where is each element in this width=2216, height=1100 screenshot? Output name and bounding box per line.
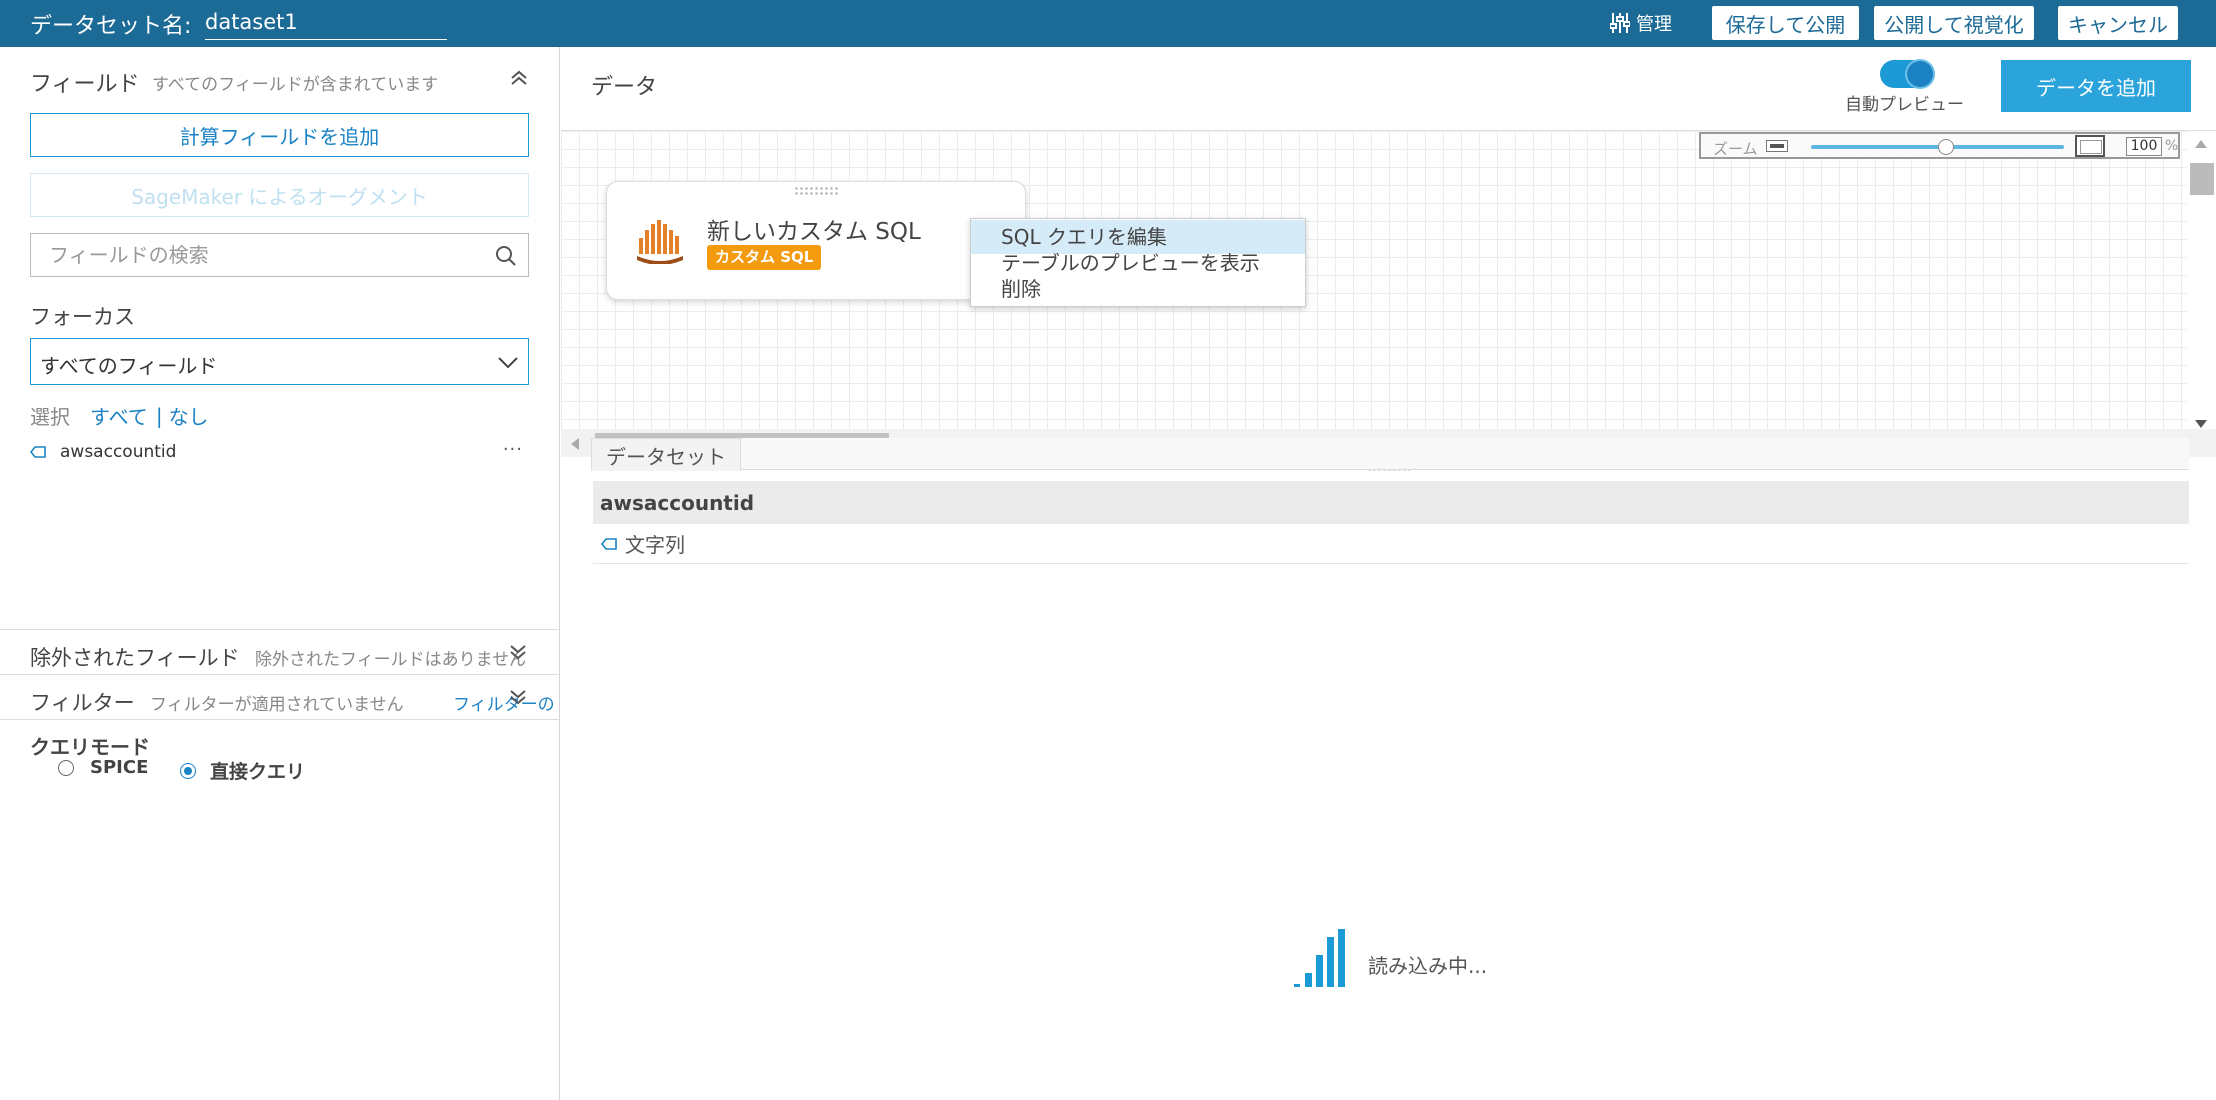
top-bar: データセット名: dataset1 管理 保存して公開 公開して視覚化 キャンセ… (0, 0, 2216, 47)
preview-tab-strip: データセット (591, 438, 2189, 471)
filters-link[interactable]: フィルターの (453, 690, 555, 715)
zoom-out-icon[interactable] (1766, 140, 1788, 152)
add-calculated-field-button[interactable]: 計算フィールドを追加 (30, 113, 529, 157)
select-separator: | (155, 403, 163, 428)
select-row: 選択 すべて | なし (30, 401, 209, 430)
field-item[interactable]: awsaccountid ··· (30, 437, 529, 467)
select-label: 選択 (30, 405, 70, 429)
excluded-fields-title: 除外されたフィールド (30, 646, 240, 670)
vertical-scrollbar[interactable] (2187, 131, 2216, 431)
sliders-icon (1610, 13, 1630, 33)
scroll-left-icon[interactable] (570, 437, 580, 451)
direct-query-radio[interactable]: 直接クエリ (180, 757, 305, 784)
data-area: データ 自動プレビュー データを追加 ズーム 100 % 新しいカスタム SQL… (561, 47, 2216, 1100)
focus-select[interactable]: すべてのフィールド (30, 338, 529, 385)
loading-text: 読み込み中... (1368, 954, 1488, 978)
zoom-slider-thumb[interactable] (1938, 139, 1954, 155)
fields-panel: フィールド すべてのフィールドが含まれています 計算フィールドを追加 SageM… (0, 47, 560, 1100)
auto-preview-toggle[interactable] (1880, 60, 1935, 88)
manage-button[interactable]: 管理 (1610, 9, 1672, 37)
expand-icon[interactable] (508, 690, 528, 706)
field-search-input[interactable] (31, 234, 481, 276)
zoom-unit: % (2165, 138, 2179, 154)
node-context-menu: SQL クエリを編集 テーブルのプレビューを表示 削除 (970, 218, 1306, 307)
manage-label: 管理 (1636, 14, 1672, 35)
publish-visualize-button[interactable]: 公開して視覚化 (1874, 6, 2034, 40)
chevron-down-icon (498, 357, 518, 369)
filters-title: フィルター (30, 691, 135, 715)
loading-indicator: 読み込み中... (1294, 927, 1487, 989)
radio-icon[interactable] (58, 759, 74, 776)
column-type-row: 文字列 (593, 524, 2189, 564)
direct-query-label: 直接クエリ (210, 761, 306, 783)
excluded-fields-subtitle: 除外されたフィールドはありません (255, 650, 527, 670)
zoom-value[interactable]: 100 (2126, 137, 2162, 156)
focus-label: フォーカス (30, 305, 135, 329)
auto-preview-label: 自動プレビュー (1845, 95, 1964, 115)
scroll-up-icon[interactable] (2194, 139, 2208, 149)
field-item-name: awsaccountid (60, 442, 177, 462)
custom-sql-node[interactable]: 新しいカスタム SQL カスタム SQL (606, 181, 1026, 300)
tab-dataset[interactable]: データセット (591, 438, 741, 471)
save-publish-button[interactable]: 保存して公開 (1712, 6, 1859, 40)
column-header[interactable]: awsaccountid (593, 481, 2189, 524)
column-header-name: awsaccountid (600, 491, 755, 515)
column-type-label: 文字列 (625, 533, 685, 557)
dataset-name-input[interactable]: dataset1 (205, 4, 447, 40)
collapse-icon[interactable] (509, 69, 529, 85)
query-mode-title: クエリモード (30, 735, 150, 759)
divider (0, 719, 560, 720)
expand-icon[interactable] (508, 645, 528, 661)
dataset-name-label: データセット名: (30, 14, 192, 39)
spice-radio[interactable]: SPICE (58, 757, 148, 778)
custom-sql-badge: カスタム SQL (707, 245, 822, 270)
scroll-down-icon[interactable] (2194, 419, 2208, 429)
add-data-button[interactable]: データを追加 (2001, 60, 2191, 112)
fields-title: フィールド (30, 72, 140, 97)
loading-bars-icon (1294, 929, 1345, 987)
select-none-link[interactable]: なし (169, 401, 209, 430)
drag-handle-icon[interactable] (794, 186, 840, 196)
divider (0, 674, 560, 675)
sagemaker-augment-button: SageMaker によるオーグメント (30, 173, 529, 217)
field-search[interactable] (30, 233, 529, 277)
focus-select-value: すべてのフィールド (40, 354, 218, 378)
fields-subtitle: すべてのフィールドが含まれています (152, 75, 439, 95)
select-all-link[interactable]: すべて (90, 401, 148, 430)
data-title: データ (591, 75, 658, 100)
data-canvas[interactable]: ズーム 100 % 新しいカスタム SQL カスタム SQL SQL クエリを編… (561, 130, 2216, 457)
filters-subtitle: フィルターが適用されていません (150, 695, 404, 715)
field-more-icon[interactable]: ··· (503, 439, 523, 460)
vertical-scroll-thumb[interactable] (2190, 163, 2214, 195)
spice-label: SPICE (90, 757, 149, 778)
dataset-name-value[interactable]: dataset1 (205, 10, 298, 34)
zoom-fit-icon[interactable] (2075, 135, 2105, 157)
search-icon (496, 246, 516, 266)
menu-item-delete[interactable]: 削除 (971, 272, 1305, 306)
string-type-icon (601, 537, 617, 550)
zoom-control: ズーム 100 % (1699, 132, 2180, 159)
string-field-icon (30, 446, 46, 458)
divider (0, 629, 560, 630)
cancel-button[interactable]: キャンセル (2058, 6, 2178, 40)
node-title: 新しいカスタム SQL (707, 219, 921, 245)
athena-logo-icon (637, 220, 683, 264)
zoom-label: ズーム (1713, 140, 1758, 158)
radio-selected-icon[interactable] (180, 762, 196, 779)
